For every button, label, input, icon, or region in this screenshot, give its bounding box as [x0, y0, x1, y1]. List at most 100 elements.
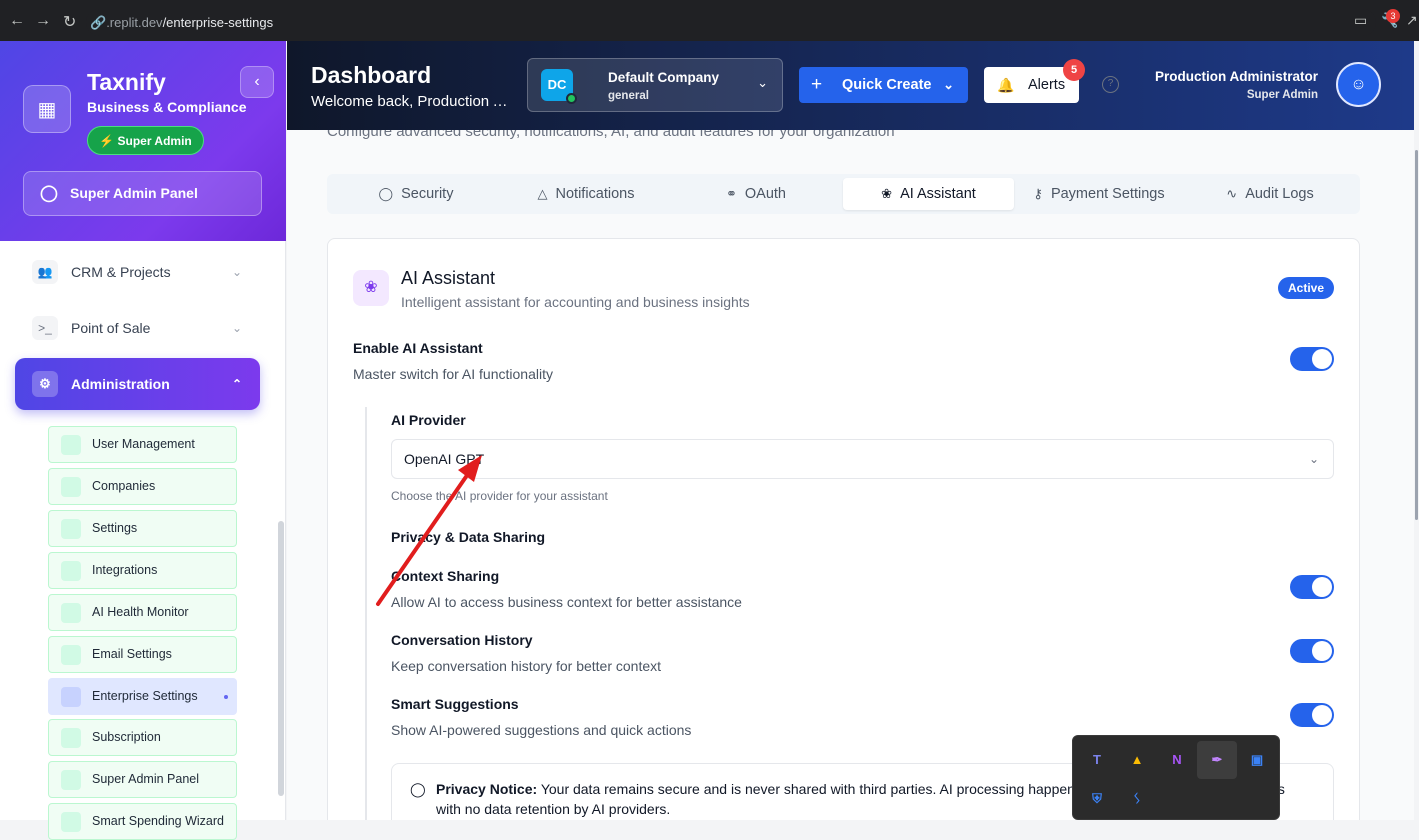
enable-ai-label: Enable AI Assistant [353, 340, 483, 356]
item-icon [61, 812, 81, 832]
key-icon: ⚷ [1033, 186, 1043, 201]
super-admin-badge-label: Super Admin [117, 134, 192, 148]
address-bar[interactable]: 🔗.replit.dev/enterprise-settings [86, 9, 1376, 36]
sidebar-subitem-label: Companies [92, 479, 156, 493]
alerts-count-badge: 5 [1063, 59, 1085, 81]
sidebar-item-label: Point of Sale [71, 320, 151, 336]
onenote-icon[interactable]: N [1157, 741, 1197, 779]
ai-provider-value: OpenAI GPT [404, 451, 485, 467]
link-icon: 🔗 [90, 15, 107, 30]
conversation-history-desc: Keep conversation history for better con… [391, 658, 662, 674]
context-sharing-toggle[interactable] [1290, 575, 1334, 599]
online-status-dot [566, 93, 577, 104]
teams-icon[interactable]: T [1077, 741, 1117, 779]
page-description: Configure advanced security, notificatio… [327, 130, 895, 140]
gear-icon: ⚙ [32, 371, 58, 397]
user-avatar[interactable]: ☺ [1336, 62, 1381, 107]
globe-icon: ⚭ [725, 186, 737, 201]
item-icon [61, 519, 81, 539]
sidebar-subitem-enterprise-settings[interactable]: Enterprise Settings [48, 678, 237, 715]
sidebar-item-administration[interactable]: ⚙ Administration ⌃ [15, 358, 260, 410]
back-icon[interactable]: ← [9, 12, 25, 30]
sidebar-subitem-subscription[interactable]: Subscription [48, 719, 237, 756]
ai-provider-select[interactable]: OpenAI GPT ⌄ [391, 439, 1334, 479]
page-scroll-thumb[interactable] [1415, 150, 1418, 520]
sidebar-subitem-label: Enterprise Settings [92, 689, 198, 703]
main-content: Configure advanced security, notificatio… [287, 130, 1419, 820]
defender-icon[interactable]: ⛨ [1077, 780, 1117, 818]
tab-label: OAuth [744, 186, 786, 202]
active-indicator [224, 695, 228, 699]
conversation-history-label: Conversation History [391, 632, 533, 648]
browser-toolbar: ← → ↻ 🔗.replit.dev/enterprise-settings ▭… [0, 0, 1419, 41]
tab-label: Security [401, 186, 454, 202]
context-sharing-desc: Allow AI to access business context for … [391, 594, 742, 610]
user-icon: ☺ [1350, 76, 1367, 93]
quick-create-button[interactable]: + Quick Create ⌄ [799, 67, 968, 103]
brain-icon: ❀ [881, 186, 893, 201]
sidebar-subitem-integrations[interactable]: Integrations [48, 552, 237, 589]
tab-label: AI Assistant [900, 186, 976, 202]
sidebar-subitem-ai-health-monitor[interactable]: AI Health Monitor [48, 594, 237, 631]
status-badge: Active [1278, 277, 1334, 299]
users-icon: 👥 [32, 260, 58, 284]
conversation-history-toggle[interactable] [1290, 639, 1334, 663]
sidebar-subitem-smart-spending-wizard[interactable]: Smart Spending Wizard [48, 803, 237, 840]
sidebar-subitem-companies[interactable]: Companies [48, 468, 237, 505]
sidebar-scrollbar[interactable] [278, 521, 284, 796]
chevron-down-icon: ⌄ [757, 75, 768, 90]
sidebar-subitem-user-management[interactable]: User Management [48, 426, 237, 463]
help-icon[interactable]: ? [1102, 76, 1119, 93]
sidebar-subitem-label: Integrations [92, 563, 158, 577]
url-domain: .replit.dev [106, 15, 163, 30]
brand-name: Taxnify [87, 69, 166, 95]
bell-icon: △ [537, 186, 548, 201]
smart-suggestions-desc: Show AI-powered suggestions and quick ac… [391, 722, 692, 738]
collapse-sidebar-button[interactable]: ‹ [240, 66, 274, 98]
brain-icon: ❀ [353, 270, 389, 306]
item-icon [61, 687, 81, 707]
window-icon[interactable]: ▣ [1237, 741, 1277, 779]
company-type: general [608, 90, 649, 102]
extension-badge: 3 [1386, 9, 1400, 23]
google-drive-icon[interactable]: ▲ [1117, 741, 1157, 779]
sidebar-item-crm-projects[interactable]: 👥 CRM & Projects ⌄ [30, 257, 260, 287]
alerts-label: Alerts [1028, 77, 1066, 93]
company-name: Default Company [608, 70, 720, 85]
tab-audit-logs[interactable]: ∿ Audit Logs [1184, 178, 1356, 210]
reload-icon[interactable]: ↻ [63, 12, 76, 32]
plus-icon: + [811, 74, 823, 95]
tab-payment-settings[interactable]: ⚷ Payment Settings [1014, 178, 1184, 210]
company-switcher[interactable]: DC Default Company general ⌄ [527, 58, 783, 112]
super-admin-panel-button[interactable]: ◯ Super Admin Panel [23, 171, 262, 216]
alerts-button[interactable]: 🔔 Alerts 5 [984, 59, 1085, 103]
tab-security[interactable]: ◯ Security [331, 178, 501, 210]
privacy-notice-title: Privacy Notice: [436, 781, 538, 797]
smart-suggestions-toggle[interactable] [1290, 703, 1334, 727]
shield-icon: ◯ [378, 186, 394, 201]
sidebar-subitem-super-admin-panel[interactable]: Super Admin Panel [48, 761, 237, 798]
share-icon[interactable]: ↗ [1406, 12, 1418, 29]
item-icon [61, 770, 81, 790]
privacy-notice-body-2: with no data retention by AI providers. [436, 801, 671, 817]
context-sharing-label: Context Sharing [391, 568, 500, 584]
sidebar-subitem-settings[interactable]: Settings [48, 510, 237, 547]
url-path: /enterprise-settings [162, 15, 274, 30]
sidebar-subitem-email-settings[interactable]: Email Settings [48, 636, 237, 673]
welcome-text: Welcome back, Production Administrator [311, 93, 511, 110]
feather-icon[interactable]: ✒ [1197, 741, 1237, 779]
sidebar: ▦ Taxnify Business & Compliance ⚡ Super … [0, 41, 286, 840]
sidebar-item-point-of-sale[interactable]: >_ Point of Sale ⌄ [30, 313, 260, 343]
forward-icon[interactable]: → [35, 12, 51, 30]
enable-ai-desc: Master switch for AI functionality [353, 366, 553, 382]
toggle-knob [1312, 641, 1332, 661]
enable-ai-toggle[interactable] [1290, 347, 1334, 371]
cast-icon[interactable]: ▭ [1354, 12, 1367, 29]
tab-notifications[interactable]: △ Notifications [501, 178, 671, 210]
super-admin-panel-label: Super Admin Panel [70, 185, 198, 201]
tab-ai-assistant[interactable]: ❀ AI Assistant [843, 178, 1014, 210]
user-name: Production Administrator [1154, 69, 1318, 84]
bluetooth-icon[interactable]: ᛊ [1117, 780, 1157, 818]
tab-oauth[interactable]: ⚭ OAuth [671, 178, 841, 210]
lightning-icon: ⚡ [99, 134, 118, 148]
